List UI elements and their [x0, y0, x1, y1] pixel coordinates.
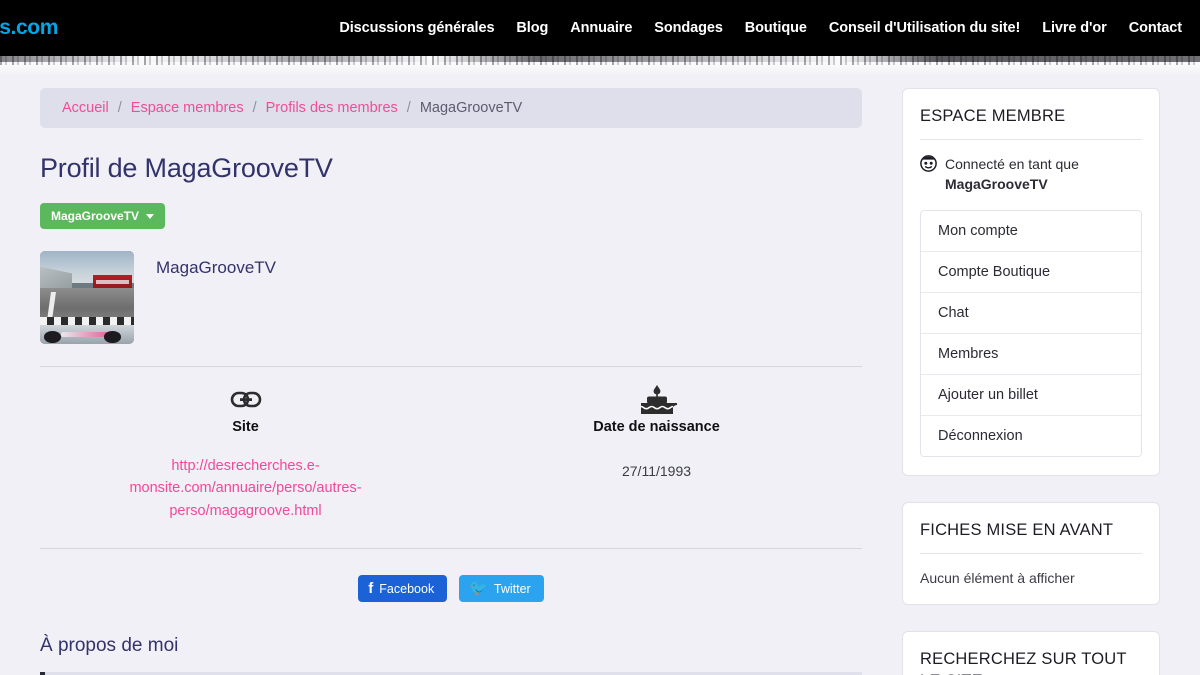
profile-header-row: MagaGrooveTV — [40, 251, 862, 344]
breadcrumb-item-accueil[interactable]: Accueil — [62, 100, 109, 116]
nav-item-discussions[interactable]: Discussions générales — [339, 20, 494, 36]
divider — [40, 366, 862, 367]
facebook-icon: f — [368, 580, 374, 598]
chevron-down-icon — [146, 213, 155, 219]
avatar[interactable] — [40, 251, 134, 344]
breadcrumb: Accueil / Espace membres / Profils des m… — [40, 88, 862, 128]
nav-item-boutique[interactable]: Boutique — [745, 20, 807, 36]
sidebar-item-chat[interactable]: Chat — [921, 293, 1141, 335]
profile-info-grid: Site http://desrecherches.e-monsite.com/… — [40, 385, 862, 522]
share-facebook-label: Facebook — [379, 581, 435, 596]
sidebar-item-ajouter-un-billet[interactable]: Ajouter un billet — [921, 375, 1141, 417]
birthday-label: Date de naissance — [593, 419, 720, 435]
share-buttons: f Facebook 🐦 Twitter — [40, 575, 862, 603]
share-twitter-label: Twitter — [493, 581, 531, 596]
profile-username[interactable]: MagaGrooveTV — [156, 251, 276, 278]
site-logo[interactable]: es.com — [0, 16, 58, 40]
breadcrumb-separator: / — [117, 100, 122, 116]
nav-item-blog[interactable]: Blog — [516, 20, 548, 36]
breadcrumb-separator: / — [252, 100, 257, 116]
header-banner-image — [0, 56, 1200, 75]
sidebar-item-membres[interactable]: Membres — [921, 334, 1141, 376]
nav-item-contact[interactable]: Contact — [1129, 20, 1182, 36]
page-title: Profil de MagaGrooveTV — [40, 153, 333, 183]
site-search-title: RECHERCHEZ SUR TOUT LE SITE — [920, 649, 1142, 675]
profile-info-birthday: Date de naissance 27/11/1993 — [451, 385, 862, 522]
featured-sheets-empty-message: Aucun élément à afficher — [920, 570, 1075, 587]
nav-item-sondages[interactable]: Sondages — [654, 20, 723, 36]
member-area-card: ESPACE MEMBRE Connecté en tant que MagaG… — [902, 88, 1160, 477]
nav-item-livre-dor[interactable]: Livre d'or — [1042, 20, 1107, 36]
user-dropdown-label: MagaGrooveTV — [51, 209, 140, 223]
site-search-card: RECHERCHEZ SUR TOUT LE SITE OK — [902, 631, 1160, 675]
sidebar-item-compte-boutique[interactable]: Compte Boutique — [921, 252, 1141, 294]
nav-item-conseil[interactable]: Conseil d'Utilisation du site! — [829, 20, 1020, 36]
member-area-title: ESPACE MEMBRE — [920, 106, 1142, 140]
divider — [40, 548, 862, 550]
breadcrumb-separator: / — [406, 100, 411, 116]
user-face-icon — [920, 154, 937, 177]
page-container: Accueil / Espace membres / Profils des m… — [0, 75, 1200, 675]
member-menu-list: Mon compte Compte Boutique Chat Membres … — [920, 210, 1142, 458]
logged-in-label: Connecté en tant que — [945, 155, 1079, 172]
birthday-value: 27/11/1993 — [621, 463, 692, 479]
top-navbar: es.com Discussions générales Blog Annuai… — [0, 0, 1200, 56]
main-navigation: Discussions générales Blog Annuaire Sond… — [339, 20, 1182, 36]
site-url-link[interactable]: http://desrecherches.e-monsite.com/annua… — [50, 455, 441, 522]
user-dropdown-button[interactable]: MagaGrooveTV — [40, 203, 166, 229]
link-icon — [50, 385, 441, 415]
about-section-title: À propos de moi — [40, 635, 179, 657]
nav-item-annuaire[interactable]: Annuaire — [570, 20, 632, 36]
logged-in-username: MagaGrooveTV — [945, 176, 1048, 193]
breadcrumb-item-profils-des-membres[interactable]: Profils des membres — [266, 100, 398, 116]
profile-info-site: Site http://desrecherches.e-monsite.com/… — [40, 385, 451, 522]
share-twitter-button[interactable]: 🐦 Twitter — [459, 575, 544, 603]
sidebar: ESPACE MEMBRE Connecté en tant que MagaG… — [902, 88, 1160, 675]
sidebar-item-mon-compte[interactable]: Mon compte — [921, 211, 1141, 253]
site-label: Site — [232, 419, 259, 435]
breadcrumb-item-current: MagaGrooveTV — [419, 100, 523, 116]
twitter-icon: 🐦 — [469, 580, 488, 598]
breadcrumb-item-espace-membres[interactable]: Espace membres — [131, 100, 244, 116]
featured-sheets-title: FICHES MISE EN AVANT — [920, 520, 1142, 555]
share-facebook-button[interactable]: f Facebook — [358, 575, 448, 603]
logged-in-text: Connecté en tant que MagaGrooveTV — [945, 154, 1079, 195]
birthday-cake-icon — [461, 385, 852, 415]
logged-in-row: Connecté en tant que MagaGrooveTV — [920, 154, 1142, 195]
main-content: Accueil / Espace membres / Profils des m… — [40, 88, 862, 675]
featured-sheets-card: FICHES MISE EN AVANT Aucun élément à aff… — [902, 502, 1160, 606]
sidebar-item-deconnexion[interactable]: Déconnexion — [921, 416, 1141, 457]
